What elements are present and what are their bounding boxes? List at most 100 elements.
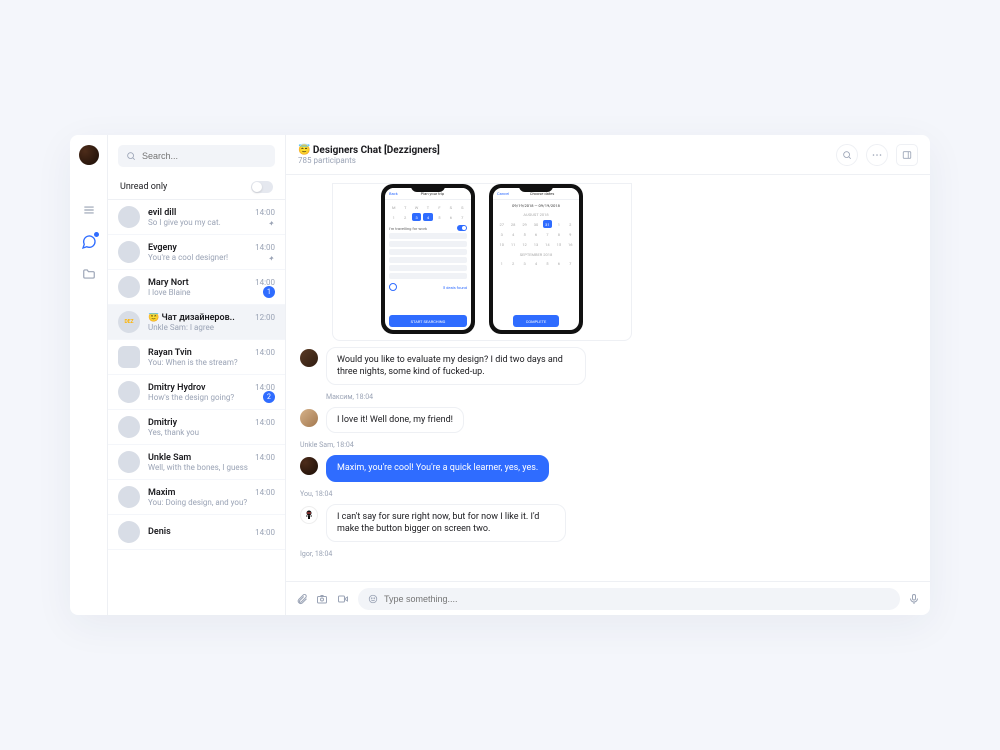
chat-item[interactable]: Unkle Sam14:00 Well, with the bones, I g… xyxy=(108,445,285,480)
phone-cta: START SEARCHING xyxy=(389,315,467,327)
chat-item[interactable]: Evgeny14:00 You're a cool designer! xyxy=(108,235,285,270)
phone-back: Back xyxy=(389,191,398,196)
mockup-phone-2: Cancel Choose dates 09/19/2018 — 09/19/20… xyxy=(489,184,583,334)
avatar xyxy=(118,206,140,228)
avatar xyxy=(118,346,140,368)
camera-icon[interactable] xyxy=(316,593,328,605)
chat-time: 14:00 xyxy=(255,383,275,392)
chat-title: 😇 Designers Chat [Dezzigners] xyxy=(298,145,440,156)
video-icon[interactable] xyxy=(336,593,350,605)
chat-item[interactable]: Dmitry Hydrov14:00 How's the design goin… xyxy=(108,375,285,410)
composer-input[interactable] xyxy=(358,588,900,610)
avatar xyxy=(118,451,140,473)
avatar xyxy=(118,521,140,543)
chat-name: Dmitriy xyxy=(148,418,177,428)
chat-name: Denis xyxy=(148,527,171,537)
attach-icon[interactable] xyxy=(296,593,308,605)
header-search-button[interactable] xyxy=(836,144,858,166)
search-input[interactable] xyxy=(118,145,275,167)
avatar[interactable] xyxy=(300,457,318,475)
message: I love it! Well done, my friend! xyxy=(300,407,916,433)
phone-chip: 5 deals found xyxy=(443,285,467,290)
search-field[interactable] xyxy=(142,151,267,161)
mockup-phone-1: BackPlan your trip MTWTFSS 1234567 I'm t… xyxy=(381,184,475,334)
message-bubble[interactable]: I can't say for sure right now, but for … xyxy=(326,504,566,542)
phone-toggle xyxy=(457,225,467,231)
chat-name: 😇 Чат дизайнеров.. xyxy=(148,313,235,323)
more-button[interactable] xyxy=(866,144,888,166)
chat-item[interactable]: Mary Nort14:00 I love Blaine 1 xyxy=(108,270,285,305)
sidebar: Unread only evil dill 14:00 So I give you… xyxy=(108,135,286,615)
chat-time: 14:00 xyxy=(255,488,275,497)
avatar xyxy=(118,486,140,508)
message: I can't say for sure right now, but for … xyxy=(300,504,916,542)
unread-only-label: Unread only xyxy=(120,182,167,192)
chat-time: 14:00 xyxy=(255,243,275,252)
phone-back: Cancel xyxy=(497,191,509,196)
image-attachment[interactable]: BackPlan your trip MTWTFSS 1234567 I'm t… xyxy=(332,183,632,341)
chat-preview: So I give you my cat. xyxy=(148,218,275,227)
message-bubble[interactable]: I love it! Well done, my friend! xyxy=(326,407,464,433)
chat-preview: You're a cool designer! xyxy=(148,253,275,262)
avatar[interactable] xyxy=(300,349,318,367)
phone-range: 09/19/2018 — 09/19/2018 xyxy=(497,203,575,208)
chat-name: Maxim xyxy=(148,488,175,498)
chat-item[interactable]: Rayan Tvin14:00 You: When is the stream? xyxy=(108,340,285,375)
avatar-me[interactable] xyxy=(79,145,99,165)
unread-only-row: Unread only xyxy=(108,175,285,200)
main-panel: 😇 Designers Chat [Dezzigners] 785 partic… xyxy=(286,135,930,615)
message: Would you like to evaluate my design? I … xyxy=(300,347,916,385)
chat-time: 14:00 xyxy=(255,278,275,287)
unread-only-toggle[interactable] xyxy=(251,181,273,193)
chat-name: evil dill xyxy=(148,208,176,218)
chat-time: 14:00 xyxy=(255,208,275,217)
message-bubble[interactable]: Would you like to evaluate my design? I … xyxy=(326,347,586,385)
message-meta: Максим, 18:04 xyxy=(326,393,916,401)
unread-badge: 2 xyxy=(263,391,275,403)
avatar xyxy=(118,381,140,403)
chat-item[interactable]: Dmitriy14:00 Yes, thank you xyxy=(108,410,285,445)
composer xyxy=(286,581,930,615)
files-icon[interactable] xyxy=(80,265,98,283)
chat-preview: I love Blaine xyxy=(148,288,275,297)
message-meta: Igor, 18:04 xyxy=(300,550,916,558)
chat-item[interactable]: Denis 14:00 xyxy=(108,515,285,550)
phone-toggle-label: I'm travelling for work xyxy=(389,226,427,231)
chat-preview: Well, with the bones, I guess xyxy=(148,463,275,472)
avatar xyxy=(118,241,140,263)
chat-item[interactable]: evil dill 14:00 So I give you my cat. xyxy=(108,200,285,235)
unread-badge: 1 xyxy=(263,286,275,298)
message-bubble[interactable]: Maxim, you're cool! You're a quick learn… xyxy=(326,455,549,481)
composer-field[interactable] xyxy=(384,594,890,604)
more-icon xyxy=(871,149,883,161)
mic-icon[interactable] xyxy=(908,593,920,605)
chat-preview: You: When is the stream? xyxy=(148,358,275,367)
phone-title: Plan your trip xyxy=(421,191,444,196)
ninja-icon xyxy=(303,509,315,521)
chat-preview: Yes, thank you xyxy=(148,428,275,437)
message-meta: You, 18:04 xyxy=(300,490,916,498)
nav-rail xyxy=(70,135,108,615)
chat-item[interactable]: Maxim 14:00 You: Doing design, and you? xyxy=(108,480,285,515)
message-meta: Unkle Sam, 18:04 xyxy=(300,441,916,449)
phone-month: SEPTEMBER 2018 xyxy=(497,252,575,257)
avatar xyxy=(118,416,140,438)
panel-toggle-button[interactable] xyxy=(896,144,918,166)
message-thread[interactable]: BackPlan your trip MTWTFSS 1234567 I'm t… xyxy=(286,175,930,581)
emoji-icon[interactable] xyxy=(368,594,378,604)
chat-name: Unkle Sam xyxy=(148,453,191,463)
avatar: DEZ xyxy=(118,311,140,333)
menu-icon[interactable] xyxy=(80,201,98,219)
phone-title: Choose dates xyxy=(530,191,554,196)
chat-item[interactable]: DEZ 😇 Чат дизайнеров..12:00 Unkle Sam: I… xyxy=(108,305,285,340)
phone-month: AUGUST 2018 xyxy=(497,212,575,217)
chat-preview: How's the design going? xyxy=(148,393,275,402)
avatar[interactable] xyxy=(300,409,318,427)
chat-list: evil dill 14:00 So I give you my cat. Evg… xyxy=(108,200,285,615)
chats-icon[interactable] xyxy=(80,233,98,251)
avatar[interactable] xyxy=(300,506,318,524)
chat-preview: You: Doing design, and you? xyxy=(148,498,275,507)
phone-cta: COMPLETE xyxy=(513,315,560,327)
chat-time: 14:00 xyxy=(255,528,275,537)
chat-name: Rayan Tvin xyxy=(148,348,192,358)
